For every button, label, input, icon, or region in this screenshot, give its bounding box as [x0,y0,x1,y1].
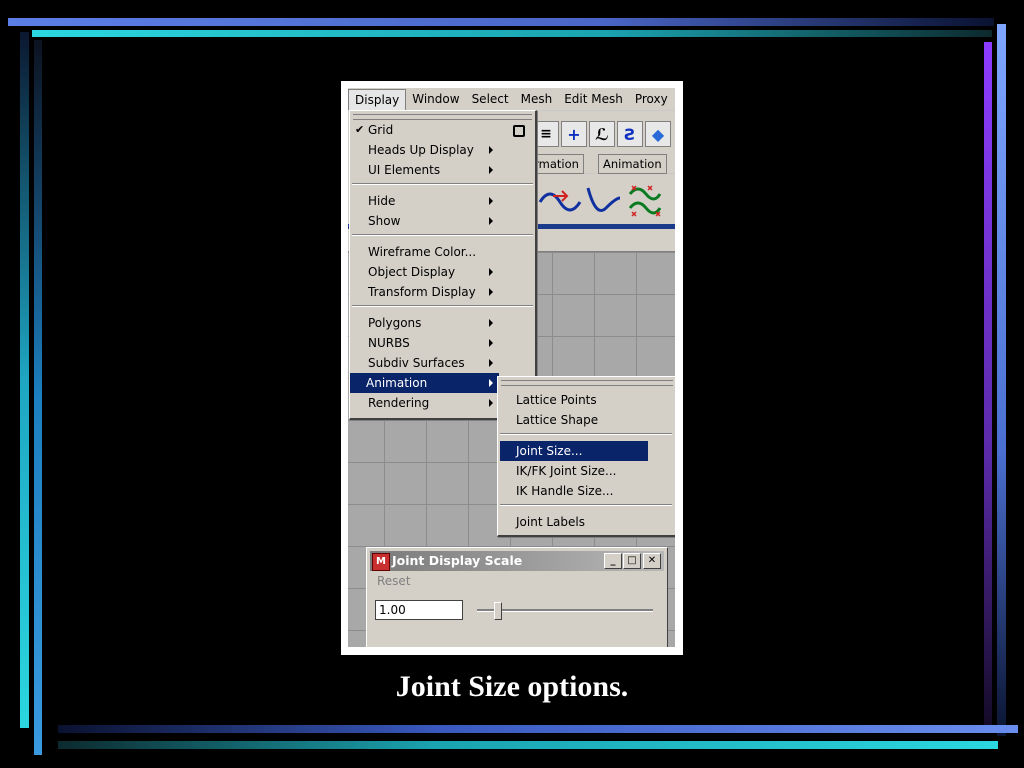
menu-edit-mesh[interactable]: Edit Mesh [558,88,629,110]
submenu-arrow-icon [489,359,493,367]
menu-item-ui-elements[interactable]: UI Elements [352,160,535,180]
menu-separator [352,305,533,307]
plus-icon[interactable]: + [561,121,587,147]
submenu-arrow-icon [489,166,493,174]
animation-submenu: Lattice Points Lattice Shape Joint Size.… [497,376,675,537]
menu-item-wireframe-color[interactable]: Wireframe Color... [352,242,535,262]
menu-separator [352,234,533,236]
menu-item-subdiv-surfaces[interactable]: Subdiv Surfaces [352,353,535,373]
slide-caption: Joint Size options. [395,670,629,703]
menu-item-show[interactable]: Show [352,211,535,231]
tearoff-handle[interactable] [501,380,673,386]
menu-item-nurbs[interactable]: NURBS [352,333,535,353]
decorative-bar-left [20,32,29,728]
menu-separator [500,433,672,435]
submenu-arrow-icon [489,319,493,327]
decorative-bar-right-inner [984,42,992,732]
menu-item-hide[interactable]: Hide [352,191,535,211]
submenu-arrow-icon [489,146,493,154]
window-titlebar[interactable]: M Joint Display Scale _ □ ✕ [370,551,664,571]
decorative-bar-top [8,18,994,26]
display-menu: ✔ Grid Heads Up Display UI Elements Hide… [349,110,537,420]
decorative-bar-bottom-inner [58,741,998,749]
decorative-bar-bottom [58,725,1018,733]
screenshot-frame: Display Window Select Mesh Edit Mesh Pro… [341,81,683,655]
menu-window[interactable]: Window [406,88,465,110]
joint-scale-slider-thumb[interactable] [494,602,503,620]
menu-item-polygons[interactable]: Polygons [352,313,535,333]
menu-item-joint-size[interactable]: Joint Size... [500,441,648,461]
menu-display[interactable]: Display [348,88,407,110]
decorative-bar-right [997,24,1006,736]
menu-proxy[interactable]: Proxy [629,88,674,110]
joint-scale-slider-track[interactable] [477,609,653,612]
menu-separator [500,504,672,506]
decorative-bar-top-inner [32,30,992,37]
curve-tool-icon[interactable]: ℒ [589,121,615,147]
decorative-bar-left-inner [34,40,42,755]
window-title: Joint Display Scale [392,553,523,568]
reset-menu[interactable]: Reset [377,574,411,588]
minimize-icon[interactable]: _ [604,553,622,569]
menu-item-ik-handle-size[interactable]: IK Handle Size... [500,481,670,501]
maya-app-icon: M [372,553,390,571]
menu-mesh[interactable]: Mesh [515,88,559,110]
menu-item-transform-display[interactable]: Transform Display [352,282,535,302]
submenu-arrow-icon [489,339,493,347]
menubar: Display Window Select Mesh Edit Mesh Pro… [348,88,675,110]
checkmark-icon: ✔ [355,123,365,136]
snap-surface-icon[interactable]: ◆ [645,121,671,147]
menu-item-object-display[interactable]: Object Display [352,262,535,282]
snap-curve-icon[interactable]: Ƨ [617,121,643,147]
submenu-arrow-icon [489,399,493,407]
maya-window: Display Window Select Mesh Edit Mesh Pro… [348,88,675,647]
submenu-arrow-icon [489,288,493,296]
submenu-arrow-icon [489,217,493,225]
close-icon[interactable]: ✕ [643,553,661,569]
joint-scale-input[interactable] [375,600,463,620]
submenu-arrow-icon [489,379,493,387]
tab-animation[interactable]: Animation [598,154,667,174]
menu-item-lattice-shape[interactable]: Lattice Shape [500,410,670,430]
joint-display-scale-window: M Joint Display Scale _ □ ✕ Reset [366,547,668,647]
menu-item-grid[interactable]: ✔ Grid [352,120,535,140]
menu-item-ik-fk-joint-size[interactable]: IK/FK Joint Size... [500,461,670,481]
submenu-arrow-icon [489,268,493,276]
option-box-icon[interactable] [513,125,525,137]
menu-select[interactable]: Select [466,88,515,110]
maximize-icon[interactable]: □ [623,553,641,569]
menu-item-animation[interactable]: Animation [350,373,499,393]
menu-item-lattice-points[interactable]: Lattice Points [500,390,670,410]
submenu-arrow-icon [489,197,493,205]
menu-separator [352,183,533,185]
menu-item-joint-labels[interactable]: Joint Labels [500,512,670,532]
menu-item-heads-up-display[interactable]: Heads Up Display [352,140,535,160]
